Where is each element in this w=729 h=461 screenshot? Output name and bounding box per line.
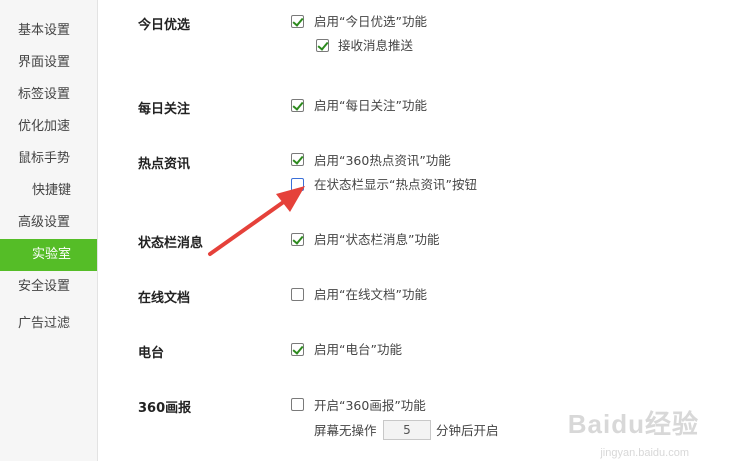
baidu-watermark-logo: Baidu经验 xyxy=(567,409,699,439)
baidu-watermark-url: jingyan.baidu.com xyxy=(600,447,689,459)
annotation-arrow-icon xyxy=(208,186,305,256)
